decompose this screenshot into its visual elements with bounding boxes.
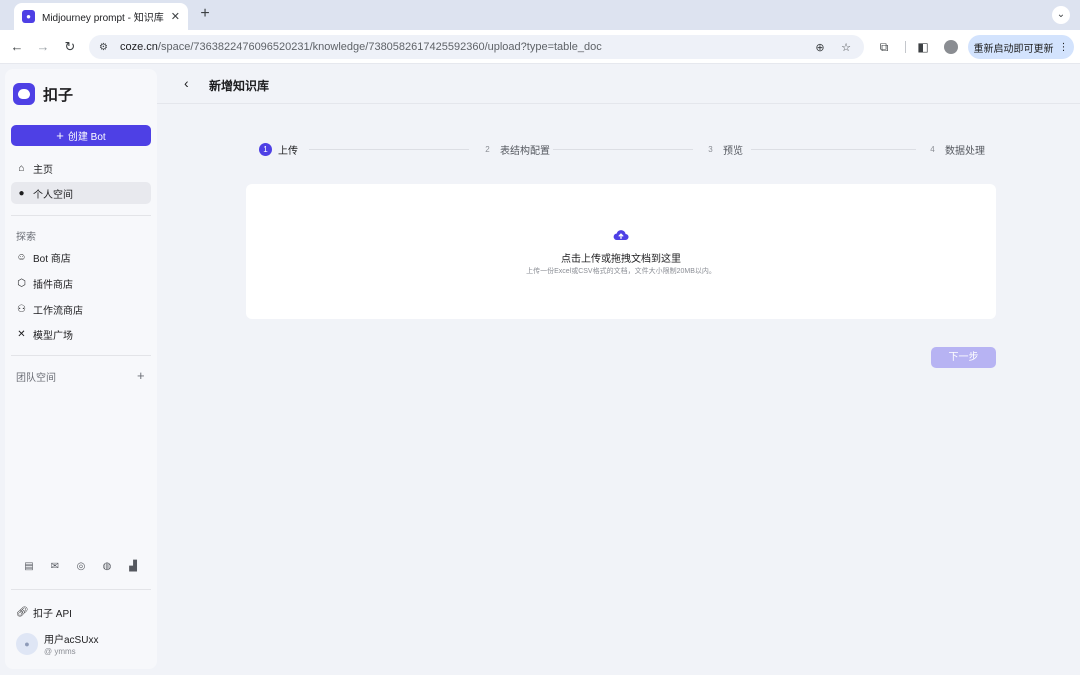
sidebar-item-bot-store[interactable]: ☺ Bot 商店 xyxy=(11,246,151,268)
step-preview: 3 预览 xyxy=(704,142,743,157)
coze-favicon-icon: ● xyxy=(22,10,35,23)
step-upload: 1 上传 xyxy=(259,142,298,157)
feedback-icon[interactable]: ◎ xyxy=(75,561,87,572)
sidebar-divider xyxy=(11,215,151,216)
sidebar: 扣子 + 创建 Bot ⌂ 主页 ● 个人空间 探索 ☺ Bot 商店 ⬡ 插件… xyxy=(5,69,157,669)
page-header: ‹ 新增知识库 xyxy=(157,64,1080,104)
sidebar-divider xyxy=(11,355,151,356)
wechat-icon[interactable]: ◍ xyxy=(101,561,113,572)
upload-title: 点击上传或拖拽文档到这里 xyxy=(561,254,681,265)
sidebar-icon[interactable]: ◧ xyxy=(915,39,931,55)
upload-cloud-icon xyxy=(613,230,629,241)
sidebar-item-label: Bot 商店 xyxy=(33,253,71,265)
user-icon: ● xyxy=(18,187,25,199)
menu-dots-icon: ⋮ xyxy=(1058,41,1069,53)
url-text[interactable]: coze.cn/space/7363822476096520231/knowle… xyxy=(120,41,802,53)
step-label: 上传 xyxy=(278,146,298,157)
back-arrow-icon[interactable]: ← xyxy=(9,39,25,55)
sidebar-item-api[interactable]: 🔗︎ 扣子 API xyxy=(16,605,72,620)
plus-icon: + xyxy=(56,127,64,143)
sidebar-item-label: 主页 xyxy=(33,164,53,176)
step-number: 4 xyxy=(930,145,935,154)
step-label: 表结构配置 xyxy=(500,146,550,157)
site-info-icon[interactable]: ⚙ xyxy=(99,42,113,53)
page-title: 新增知识库 xyxy=(209,79,270,93)
step-schema: 2 表结构配置 xyxy=(481,142,550,157)
tab-search-button[interactable]: ⌄ xyxy=(1052,6,1070,24)
next-step-button[interactable]: 下一步 xyxy=(931,347,996,368)
link-icon: 🔗︎ xyxy=(16,607,29,618)
user-handle: @ ymms xyxy=(44,647,76,656)
step-label: 数据处理 xyxy=(945,146,985,157)
team-section-label: 团队空间 xyxy=(16,373,56,384)
step-indicator: 1 上传 2 表结构配置 3 预览 4 数据处理 xyxy=(259,142,996,157)
sidebar-item-model-plaza[interactable]: ✕ 模型广场 xyxy=(11,323,151,345)
sidebar-item-personal[interactable]: ● 个人空间 xyxy=(11,182,151,204)
brand[interactable]: 扣子 xyxy=(13,83,73,105)
add-team-button[interactable]: + xyxy=(137,368,145,383)
step-label: 预览 xyxy=(723,146,743,157)
avatar: ● xyxy=(16,632,38,655)
step-connector xyxy=(751,149,916,150)
tab-close-icon[interactable]: ✕ xyxy=(171,10,180,23)
document-icon[interactable]: ▤ xyxy=(23,561,35,572)
step-number: 1 xyxy=(259,143,272,156)
tab-title: Midjourney prompt - 知识库 - xyxy=(42,13,164,24)
home-icon: ⌂ xyxy=(18,162,25,174)
sidebar-item-label: 工作流商店 xyxy=(33,305,83,317)
back-button[interactable]: ‹ xyxy=(184,76,189,90)
explore-section-label: 探索 xyxy=(16,232,36,243)
plugin-icon: ⬡ xyxy=(17,277,26,289)
brand-name: 扣子 xyxy=(43,86,74,104)
step-processing: 4 数据处理 xyxy=(926,142,985,157)
sidebar-divider xyxy=(11,589,151,590)
step-number: 2 xyxy=(485,145,490,154)
new-tab-button[interactable]: + xyxy=(197,6,213,22)
sidebar-item-label: 个人空间 xyxy=(33,189,73,201)
browser-tab[interactable]: ● Midjourney prompt - 知识库 - ✕ xyxy=(14,3,188,30)
update-label: 重新启动即可更新 xyxy=(973,43,1054,55)
forward-arrow-icon[interactable]: → xyxy=(35,39,51,55)
toolbar-divider xyxy=(905,41,906,53)
sidebar-item-label: 扣子 API xyxy=(33,609,72,620)
step-connector xyxy=(553,149,693,150)
coze-logo-icon xyxy=(13,83,35,105)
reload-icon[interactable]: ↻ xyxy=(62,39,78,55)
workflow-icon: ⚇ xyxy=(17,303,26,315)
update-button[interactable]: 重新启动即可更新 ⋮ xyxy=(968,35,1074,59)
extension-icon[interactable]: ⧉ xyxy=(876,39,892,55)
mail-icon[interactable]: ✉ xyxy=(49,561,61,572)
step-connector xyxy=(309,149,469,150)
profile-avatar[interactable] xyxy=(944,40,958,54)
zoom-icon[interactable]: ⊕ xyxy=(812,41,828,54)
upload-dropzone[interactable]: 点击上传或拖拽文档到这里 上传一份Excel或CSV格式的文档，文件大小限制20… xyxy=(246,184,996,319)
browser-tabbar: ● Midjourney prompt - 知识库 - ✕ + ⌄ xyxy=(0,0,1080,30)
address-bar[interactable]: ⚙ coze.cn/space/7363822476096520231/know… xyxy=(89,35,864,59)
upload-hint: 上传一份Excel或CSV格式的文档，文件大小限制20MB以内。 xyxy=(526,268,716,275)
sidebar-item-home[interactable]: ⌂ 主页 xyxy=(11,157,151,179)
create-bot-button[interactable]: + 创建 Bot xyxy=(11,125,151,146)
user-name: 用户acSUxx xyxy=(44,635,99,646)
sidebar-item-label: 模型广场 xyxy=(33,330,73,342)
stats-icon[interactable]: ▟ xyxy=(127,561,139,572)
sidebar-item-label: 插件商店 xyxy=(33,279,73,291)
create-bot-label: 创建 Bot xyxy=(67,132,106,143)
browser-toolbar: ← → ↻ ⚙ coze.cn/space/736382247609652023… xyxy=(0,30,1080,64)
step-number: 3 xyxy=(708,145,713,154)
model-icon: ✕ xyxy=(17,328,26,340)
user-profile[interactable]: ● 用户acSUxx @ ymms xyxy=(16,631,98,656)
star-icon[interactable]: ☆ xyxy=(838,41,854,54)
sidebar-item-plugin-store[interactable]: ⬡ 插件商店 xyxy=(11,272,151,294)
sidebar-item-workflow-store[interactable]: ⚇ 工作流商店 xyxy=(11,298,151,320)
bot-icon: ☺ xyxy=(16,251,27,263)
footer-icon-row: ▤ ✉ ◎ ◍ ▟ xyxy=(23,561,139,572)
